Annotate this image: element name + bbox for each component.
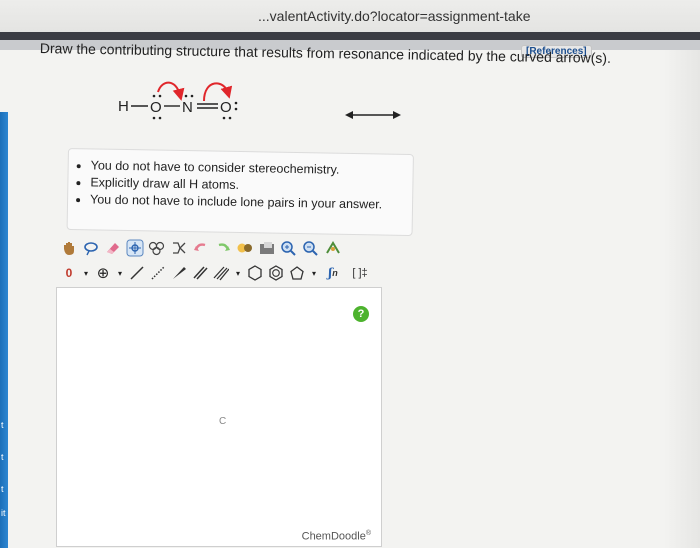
left-side-strip: t t t it (0, 112, 8, 548)
plus-charge-icon[interactable]: ⊕ (94, 264, 112, 282)
strip-mark: it (1, 508, 6, 518)
zoom-out-icon[interactable] (302, 239, 320, 257)
zoom-in-icon[interactable] (280, 239, 298, 257)
editor-toolbar-bottom: 0 ▾ ⊕ ▾ ▾ ▾ ʃn [ ]‡ (56, 262, 386, 284)
chevron-down-icon[interactable]: ▾ (233, 264, 243, 282)
curved-arrow-1 (157, 81, 185, 101)
atom-map-icon[interactable] (126, 239, 144, 257)
repeat-unit-button[interactable]: ʃn (322, 264, 344, 282)
charge-zero-button[interactable]: 0 (60, 264, 78, 282)
notes-box: You do not have to consider stereochemis… (66, 148, 414, 237)
strip-mark: t (1, 452, 4, 462)
page-top-band (0, 32, 700, 40)
brand-mark: ® (365, 530, 371, 538)
wedge-bond-icon[interactable] (170, 264, 188, 282)
drawing-canvas[interactable]: ? C ChemDoodle® (56, 287, 382, 547)
cyclohexane-icon[interactable] (246, 264, 264, 282)
clean-icon[interactable] (236, 239, 254, 257)
canvas-center-label: C (219, 416, 227, 427)
atom-n: N (182, 99, 193, 116)
atom-h: H (118, 98, 129, 115)
url-text[interactable]: ...valentActivity.do?locator=assignment-… (258, 8, 531, 24)
ring-fusion-icon[interactable] (170, 239, 188, 257)
cyclopentane-icon[interactable] (288, 264, 306, 282)
atom-o2: O (220, 99, 232, 116)
right-shade (664, 50, 700, 548)
single-bond-icon[interactable] (128, 264, 146, 282)
redo-icon[interactable] (214, 239, 232, 257)
triple-bond-icon[interactable] (212, 264, 230, 282)
lasso-icon[interactable] (82, 239, 100, 257)
chevron-down-icon[interactable]: ▾ (309, 264, 319, 282)
help-button[interactable]: ? (353, 306, 369, 322)
bracket-button[interactable]: [ ]‡ (347, 264, 373, 282)
strip-mark: t (1, 420, 4, 430)
cleanup-structure-icon[interactable] (324, 239, 342, 257)
hashed-bond-icon[interactable] (149, 264, 167, 282)
molecule-structure: H O N O (118, 81, 238, 120)
editor-toolbar-top (56, 236, 386, 260)
browser-address-bar: ...valentActivity.do?locator=assignment-… (0, 0, 700, 32)
chevron-down-icon[interactable]: ▾ (81, 264, 91, 282)
resonance-arrow-icon (345, 111, 401, 119)
double-bond-icon[interactable] (191, 264, 209, 282)
undo-icon[interactable] (192, 239, 210, 257)
open-file-icon[interactable] (258, 239, 276, 257)
atom-o1: O (150, 99, 162, 116)
strip-mark: t (1, 484, 4, 494)
chevron-down-icon[interactable]: ▾ (115, 264, 125, 282)
template-icon[interactable] (148, 239, 166, 257)
brand-text: ChemDoodle (301, 531, 366, 543)
hand-icon[interactable] (60, 239, 78, 257)
chemdoodle-brand: ChemDoodle® (302, 530, 371, 543)
benzene-icon[interactable] (267, 264, 285, 282)
eraser-icon[interactable] (104, 239, 122, 257)
